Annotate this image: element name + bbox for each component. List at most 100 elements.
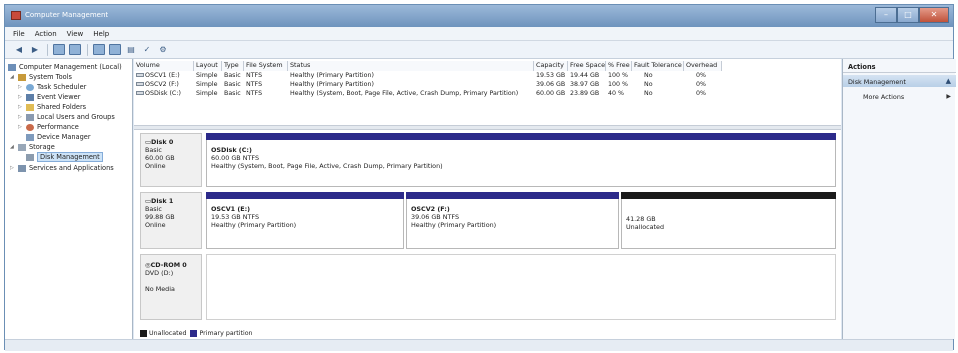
volume-free-space: 38.97 GB <box>570 81 600 88</box>
volume-icon <box>136 91 144 95</box>
tree-item-task-scheduler[interactable]: ▷ Task Scheduler <box>18 82 86 92</box>
volume-type: Basic <box>224 72 241 79</box>
volume-icon <box>136 82 144 86</box>
menu-help[interactable]: Help <box>93 30 109 38</box>
collapse-arrow-icon[interactable]: ◢ <box>10 74 16 80</box>
expand-arrow-icon[interactable]: ▷ <box>18 84 24 90</box>
volume-file-system: NTFS <box>246 72 263 79</box>
device-manager-icon <box>26 133 34 141</box>
tree-item-event-viewer[interactable]: ▷ Event Viewer <box>18 92 80 102</box>
tree-item-device-manager[interactable]: Device Manager <box>26 132 91 142</box>
partition-osdisk-c[interactable]: OSDisk (C:) 60.00 GB NTFS Healthy (Syste… <box>206 133 836 187</box>
column-header-overhead[interactable]: Overhead <box>684 61 722 71</box>
volume-file-system: NTFS <box>246 81 263 88</box>
disk-management-icon <box>26 153 34 161</box>
volume-capacity: 39.06 GB <box>536 81 566 88</box>
show-hide-tree-icon[interactable] <box>69 44 81 55</box>
volume-fault-tolerance: No <box>644 72 653 79</box>
column-header-file-system[interactable]: File System <box>244 61 288 71</box>
collapse-caret-icon[interactable]: ▲ <box>946 77 951 85</box>
table-row[interactable]: OSDisk (C:) <box>134 90 194 99</box>
primary-partition-bar <box>406 192 619 199</box>
computer-icon <box>8 63 16 71</box>
volume-status: Healthy (Primary Partition) <box>290 72 374 79</box>
disk-management-pane: Volume Layout Type File System Status Ca… <box>134 59 841 339</box>
partition-unallocated[interactable]: 41.28 GB Unallocated <box>621 192 836 249</box>
cdrom-0-label[interactable]: ◎CD-ROM 0 DVD (D:) No Media <box>140 254 202 320</box>
tree-item-disk-management[interactable]: Disk Management <box>26 152 103 162</box>
tree-item-root[interactable]: Computer Management (Local) <box>8 62 122 72</box>
menu-view[interactable]: View <box>67 30 84 38</box>
tree-item-local-users[interactable]: ▷ Local Users and Groups <box>18 112 115 122</box>
volume-percent-free: 100 % <box>608 81 629 88</box>
navigation-tree: Computer Management (Local) ◢ System Too… <box>5 59 133 339</box>
volume-file-system: NTFS <box>246 90 263 97</box>
collapse-arrow-icon[interactable]: ◢ <box>10 144 16 150</box>
up-folder-icon[interactable] <box>53 44 65 55</box>
minimize-button[interactable]: – <box>875 7 897 23</box>
table-row[interactable]: OSCV2 (F:) <box>134 81 194 90</box>
volume-percent-free: 100 % <box>608 72 629 79</box>
table-row[interactable]: OSCV1 (E:) <box>134 72 194 81</box>
forward-arrow-icon[interactable]: ▶ <box>29 44 41 55</box>
help-icon[interactable] <box>93 44 105 55</box>
column-header-status[interactable]: Status <box>288 61 534 71</box>
partition-oscv1-e[interactable]: OSCV1 (E:) 19.53 GB NTFS Healthy (Primar… <box>206 192 404 249</box>
expand-arrow-icon[interactable]: ▷ <box>18 124 24 130</box>
storage-icon <box>18 143 26 151</box>
column-header-fault-tolerance[interactable]: Fault Tolerance <box>632 61 684 71</box>
disk-0-label[interactable]: ▭Disk 0 Basic 60.00 GB Online <box>140 133 202 187</box>
tree-item-services[interactable]: ▷ Services and Applications <box>10 163 114 173</box>
performance-icon <box>26 123 34 131</box>
toolbar: ◀ ▶ ▤ ✓ ⚙ <box>5 41 953 59</box>
volume-overhead: 0% <box>696 81 706 88</box>
disk-legend: Unallocated Primary partition <box>140 328 253 338</box>
actions-section-disk-management[interactable]: Disk Management ▲ <box>843 75 956 87</box>
export-list-icon[interactable]: ▤ <box>125 44 137 55</box>
properties-icon[interactable] <box>109 44 121 55</box>
expand-arrow-icon[interactable]: ▷ <box>18 104 24 110</box>
primary-partition-bar <box>206 133 836 140</box>
submenu-arrow-icon: ▶ <box>946 93 951 100</box>
back-arrow-icon[interactable]: ◀ <box>13 44 25 55</box>
partition-oscv2-f[interactable]: OSCV2 (F:) 39.06 GB NTFS Healthy (Primar… <box>406 192 619 249</box>
menu-bar: File Action View Help <box>5 27 953 41</box>
settings-icon[interactable]: ✓ <box>141 44 153 55</box>
expand-arrow-icon[interactable]: ▷ <box>10 165 16 171</box>
volume-fault-tolerance: No <box>644 81 653 88</box>
tree-item-performance[interactable]: ▷ Performance <box>18 122 79 132</box>
column-header-percent-free[interactable]: % Free <box>606 61 632 71</box>
disk-1-label[interactable]: ▭Disk 1 Basic 99.88 GB Online <box>140 192 202 249</box>
actions-title: Actions <box>843 59 956 73</box>
expand-arrow-icon[interactable]: ▷ <box>18 94 24 100</box>
volume-icon <box>136 73 144 77</box>
menu-file[interactable]: File <box>13 30 25 38</box>
column-header-volume[interactable]: Volume <box>134 61 194 71</box>
expand-arrow-icon[interactable]: ▷ <box>18 114 24 120</box>
volume-capacity: 60.00 GB <box>536 90 566 97</box>
unallocated-swatch <box>140 329 147 337</box>
tree-item-shared-folders[interactable]: ▷ Shared Folders <box>18 102 86 112</box>
tree-item-storage[interactable]: ◢ Storage <box>10 142 55 152</box>
computer-management-window: Computer Management – □ ✕ File Action Vi… <box>4 4 956 351</box>
actions-pane: Actions Disk Management ▲ More Actions ▶ <box>842 59 956 339</box>
volume-overhead: 0% <box>696 72 706 79</box>
volume-layout: Simple <box>196 81 218 88</box>
more-actions-item[interactable]: More Actions ▶ <box>843 91 956 103</box>
menu-action[interactable]: Action <box>35 30 57 38</box>
column-header-free-space[interactable]: Free Space <box>568 61 606 71</box>
close-button[interactable]: ✕ <box>919 7 949 23</box>
maximize-button[interactable]: □ <box>897 7 919 23</box>
title-bar[interactable]: Computer Management – □ ✕ <box>5 5 953 27</box>
column-header-layout[interactable]: Layout <box>194 61 222 71</box>
volume-layout: Simple <box>196 72 218 79</box>
toolbar-separator <box>87 43 88 56</box>
column-header-capacity[interactable]: Capacity <box>534 61 568 71</box>
column-header-type[interactable]: Type <box>222 61 244 71</box>
users-icon <box>26 113 34 121</box>
disk-tools-icon[interactable]: ⚙ <box>157 44 169 55</box>
tree-item-system-tools[interactable]: ◢ System Tools <box>10 72 72 82</box>
window-title: Computer Management <box>25 11 109 19</box>
volume-capacity: 19.53 GB <box>536 72 566 79</box>
volume-fault-tolerance: No <box>644 90 653 97</box>
